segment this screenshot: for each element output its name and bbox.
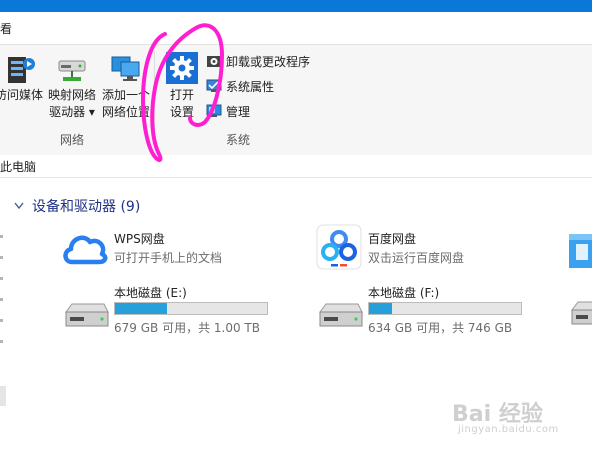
open-settings-button[interactable]: 打开 设置 <box>160 51 204 121</box>
map-network-drive-button[interactable]: 映射网络 驱动器 ▾ <box>44 51 100 121</box>
nav-marker <box>0 277 3 280</box>
local-disk-f-tile[interactable]: 本地磁盘 (F:) 634 GB 可用，共 746 GB <box>312 282 562 338</box>
disk-e-usage-bar <box>114 302 268 315</box>
gear-icon <box>166 52 198 84</box>
hard-drive-icon <box>65 303 109 327</box>
navigation-pane <box>0 178 8 451</box>
drive-tile-partial[interactable] <box>568 300 592 334</box>
uninstall-label: 卸载或更改程序 <box>226 54 311 69</box>
network-location-icon <box>111 56 140 81</box>
access-media-label: 访问媒体 <box>0 88 43 102</box>
tab-view[interactable]: 看 <box>0 20 12 37</box>
wps-drive-name: WPS网盘 <box>114 232 165 246</box>
baidu-drive-name: 百度网盘 <box>368 232 417 246</box>
hard-drive-icon <box>319 303 363 327</box>
disk-e-info: 679 GB 可用，共 1.00 TB <box>114 321 260 335</box>
disk-f-usage-bar <box>368 302 522 315</box>
uninstall-program-button[interactable]: 卸载或更改程序 <box>206 51 310 71</box>
manage-label: 管理 <box>226 104 251 119</box>
uninstall-icon <box>207 56 221 67</box>
add-location-label-1: 添加一个 <box>101 88 150 102</box>
section-title: 设备和驱动器 (9) <box>32 199 141 215</box>
add-network-location-button[interactable]: 添加一个 网络位置 <box>98 51 154 121</box>
network-drive-icon <box>58 60 86 81</box>
nav-marker <box>0 235 3 238</box>
disk-e-usage-fill <box>115 303 167 314</box>
network-group-label: 网络 <box>60 133 85 147</box>
access-media-button[interactable]: 访问媒体 <box>0 51 44 104</box>
system-properties-icon <box>206 79 222 92</box>
baidu-netdisk-icon <box>316 224 362 270</box>
open-settings-label-1: 打开 <box>169 88 194 102</box>
system-properties-label: 系统属性 <box>226 79 275 94</box>
watermark-url: jingyan.baidu.com <box>458 424 559 435</box>
nav-selected-item[interactable] <box>0 386 6 406</box>
manage-button[interactable]: 管理 <box>206 101 250 121</box>
map-drive-label-2: 驱动器 ▾ <box>49 105 95 119</box>
nav-marker <box>0 340 3 343</box>
nav-marker <box>0 319 3 322</box>
map-drive-label-1: 映射网络 <box>47 88 96 102</box>
disk-f-info: 634 GB 可用，共 746 GB <box>368 321 513 335</box>
address-path: 此电脑 <box>0 160 37 174</box>
baidu-drive-desc: 双击运行百度网盘 <box>368 251 465 265</box>
disk-f-usage-fill <box>369 303 392 314</box>
nav-marker <box>0 256 3 259</box>
address-bar[interactable]: 此电脑 <box>0 155 592 178</box>
nav-marker <box>0 298 3 301</box>
baidu-drive-tile[interactable]: 百度网盘 双击运行百度网盘 <box>314 224 564 274</box>
ribbon-tab-bar: 看 <box>0 12 592 44</box>
computer-manage-icon <box>206 104 222 117</box>
folder-icon <box>569 234 592 268</box>
media-server-icon <box>8 57 35 83</box>
disk-e-name: 本地磁盘 (E:) <box>114 286 187 300</box>
cloud-icon <box>63 235 108 265</box>
title-bar <box>0 0 592 12</box>
local-disk-e-tile[interactable]: 本地磁盘 (E:) 679 GB 可用，共 1.00 TB <box>58 282 308 338</box>
hard-drive-icon <box>571 301 592 325</box>
wps-drive-tile[interactable]: WPS网盘 可打开手机上的文档 <box>58 224 308 274</box>
disk-f-name: 本地磁盘 (F:) <box>368 286 440 300</box>
system-group-label: 系统 <box>226 133 251 147</box>
ribbon: 访问媒体 映射网络 驱动器 ▾ 添加一个 网络位置 网络 打开 设置 卸载或更改… <box>0 44 592 156</box>
folder-tile-partial[interactable] <box>566 230 592 270</box>
devices-section-header[interactable]: 设备和驱动器 (9) <box>14 196 140 216</box>
add-location-label-2: 网络位置 <box>101 105 150 119</box>
chevron-down-icon <box>14 202 24 210</box>
open-settings-label-2: 设置 <box>169 105 194 119</box>
group-separator <box>154 51 155 147</box>
wps-drive-desc: 可打开手机上的文档 <box>114 251 223 265</box>
system-properties-button[interactable]: 系统属性 <box>206 76 274 96</box>
